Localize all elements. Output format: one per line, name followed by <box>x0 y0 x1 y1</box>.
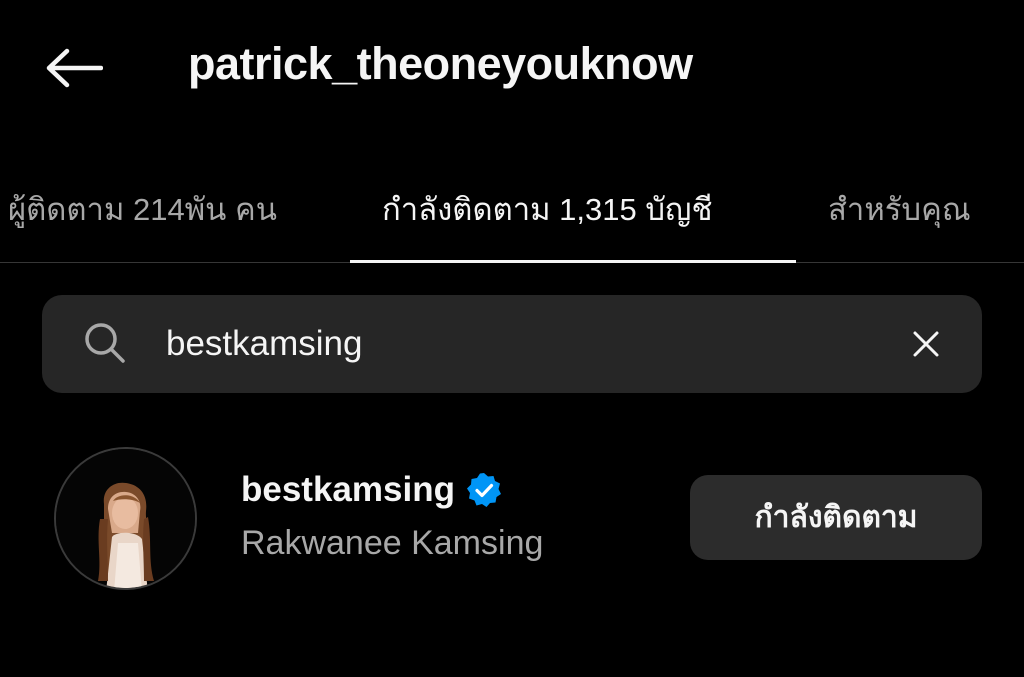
tab-followers[interactable]: ผู้ติดตาม 214พัน คน <box>8 184 277 234</box>
page-title: patrick_theoneyouknow <box>188 38 693 89</box>
search-icon <box>82 320 128 366</box>
active-tab-indicator <box>350 260 796 263</box>
list-item[interactable]: bestkamsing Rakwanee Kamsing กำลังติดตาม <box>0 440 1024 600</box>
search-input[interactable]: bestkamsing <box>42 295 982 393</box>
tab-following[interactable]: กำลังติดตาม 1,315 บัญชี <box>382 184 712 234</box>
tab-bar: ผู้ติดตาม 214พัน คน กำลังติดตาม 1,315 บั… <box>0 170 1024 265</box>
close-icon[interactable] <box>906 324 946 364</box>
username-line: bestkamsing <box>241 466 503 514</box>
arrow-left-icon <box>46 48 103 88</box>
tab-for-you[interactable]: สำหรับคุณ <box>828 184 971 234</box>
full-name: Rakwanee Kamsing <box>241 523 544 562</box>
top-bar: patrick_theoneyouknow <box>0 0 1024 135</box>
following-list-screen: patrick_theoneyouknow ผู้ติดตาม 214พัน ค… <box>0 0 1024 677</box>
back-button[interactable] <box>38 40 108 96</box>
verified-badge-icon <box>465 471 503 509</box>
avatar[interactable] <box>54 447 197 590</box>
following-button[interactable]: กำลังติดตาม <box>690 475 982 560</box>
search-query[interactable]: bestkamsing <box>166 319 362 369</box>
username[interactable]: bestkamsing <box>241 470 455 510</box>
